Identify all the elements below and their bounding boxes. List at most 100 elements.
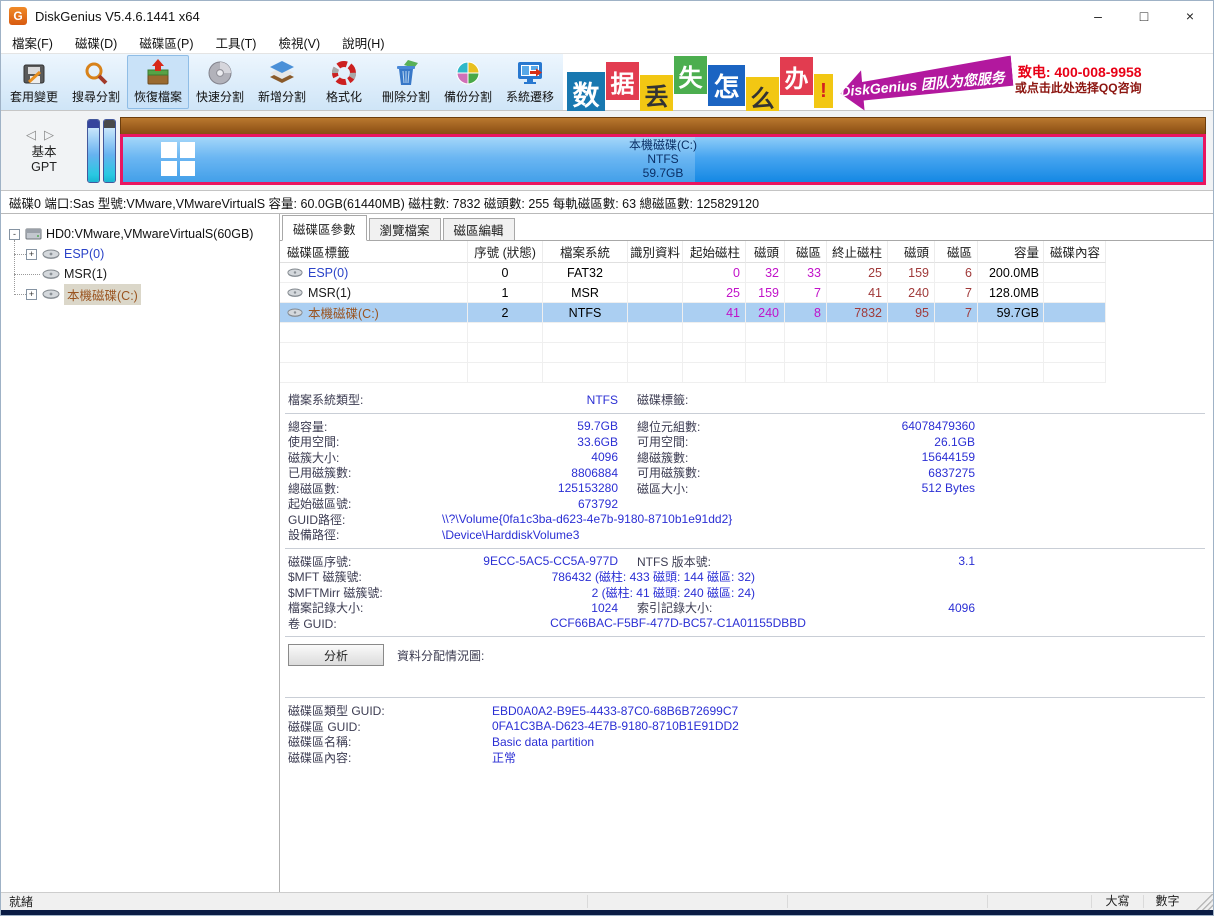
detail-label: 磁簇大小: bbox=[280, 449, 438, 466]
table-row-esp[interactable]: ESP(0) 0 FAT32 0 32 33 25 159 6 200.0MB bbox=[280, 263, 1213, 283]
window-controls: – □ × bbox=[1075, 1, 1213, 31]
banner-tile: ! bbox=[814, 74, 833, 108]
banner-tiles: 数 据 丢 失 怎 么 办 ! bbox=[567, 56, 834, 115]
caps-lock-indicator: 大寫 bbox=[1091, 895, 1143, 908]
delete-partition-button[interactable]: 刪除分割 bbox=[375, 55, 437, 109]
prev-disk-arrow[interactable]: ◁ bbox=[26, 127, 44, 142]
cell-start-cyl: 0 bbox=[683, 263, 746, 283]
tab-browse-files[interactable]: 瀏覽檔案 bbox=[369, 218, 441, 240]
partition-icon bbox=[287, 288, 303, 298]
detail-value: 9ECC-5AC5-CC5A-977D bbox=[438, 554, 618, 568]
detail-value: 59.7GB bbox=[438, 419, 618, 433]
new-partition-button[interactable]: 新增分割 bbox=[251, 55, 313, 109]
toolbar-button-label: 新增分割 bbox=[258, 88, 306, 105]
toolbar-button-label: 備份分割 bbox=[444, 88, 492, 105]
cell-end-cyl: 25 bbox=[827, 263, 888, 283]
menu-partition[interactable]: 磁碟區(P) bbox=[128, 31, 204, 53]
disk-info-line: 磁碟0 端口:Sas 型號:VMware,VMwareVirtualS 容量: … bbox=[1, 191, 1213, 214]
banner-qq-link[interactable]: 或点击此处选择QQ咨询 bbox=[1015, 80, 1142, 96]
detail-value: 26.1GB bbox=[759, 435, 975, 449]
toolbar-button-label: 快速分割 bbox=[196, 88, 244, 105]
tree-item-esp[interactable]: + ESP(0) bbox=[14, 244, 279, 264]
cell-capacity: 200.0MB bbox=[978, 263, 1044, 283]
detail-label: 卷 GUID: bbox=[280, 615, 438, 632]
menu-file[interactable]: 檔案(F) bbox=[1, 31, 64, 53]
col-header: 識別資料 bbox=[628, 241, 683, 263]
cell-filesystem: NTFS bbox=[543, 303, 628, 323]
pie-icon bbox=[453, 59, 483, 87]
status-bar: 就緒 大寫 數字 bbox=[1, 892, 1213, 910]
detail-value: 8806884 bbox=[438, 466, 618, 480]
menu-tools[interactable]: 工具(T) bbox=[205, 31, 268, 53]
cell-start-head: 32 bbox=[746, 263, 785, 283]
menu-view[interactable]: 檢視(V) bbox=[267, 31, 331, 53]
detail-label: 磁碟區名稱: bbox=[280, 733, 492, 750]
close-button[interactable]: × bbox=[1167, 1, 1213, 31]
detail-label: 磁碟區 GUID: bbox=[280, 718, 492, 735]
divider bbox=[285, 697, 1205, 698]
divider bbox=[285, 413, 1205, 414]
detail-value: CCF66BAC-F5BF-477D-BC57-C1A01155DBBD bbox=[438, 616, 918, 630]
detail-value: 4096 bbox=[759, 601, 975, 615]
window-bottom-edge bbox=[1, 910, 1213, 915]
num-lock-indicator: 數字 bbox=[1143, 895, 1191, 908]
analyze-button[interactable]: 分析 bbox=[288, 644, 384, 666]
detail-label: 可用磁簇數: bbox=[637, 464, 759, 481]
maximize-button[interactable]: □ bbox=[1121, 1, 1167, 31]
table-row-local-disk-c[interactable]: 本機磁碟(C:) 2 NTFS 41 240 8 7832 95 7 59.7G… bbox=[280, 303, 1213, 323]
tree-item-label: HD0:VMware,VMwareVirtualS(60GB) bbox=[46, 227, 253, 241]
tree-item-hd0[interactable]: - HD0:VMware,VMwareVirtualS(60GB) bbox=[1, 224, 279, 244]
minimize-button[interactable]: – bbox=[1075, 1, 1121, 31]
resize-grip[interactable] bbox=[1191, 894, 1213, 910]
partition-label: 本機磁碟(C:) bbox=[308, 303, 379, 322]
c-partition-bar[interactable]: 本機磁碟(C:) NTFS 59.7GB bbox=[120, 134, 1206, 185]
msr-bar-cap bbox=[104, 120, 115, 128]
cell-content bbox=[1044, 263, 1106, 283]
quick-partition-button[interactable]: 快速分割 bbox=[189, 55, 251, 109]
expand-icon[interactable]: + bbox=[26, 289, 37, 300]
banner-tile-char: 数 bbox=[573, 74, 600, 113]
partition-icon bbox=[287, 308, 303, 318]
search-partition-button[interactable]: 搜尋分割 bbox=[65, 55, 127, 109]
toolbar-button-label: 格式化 bbox=[326, 88, 362, 105]
menu-help[interactable]: 說明(H) bbox=[331, 31, 395, 53]
system-migration-button[interactable]: 系統遷移 bbox=[499, 55, 561, 109]
msr-partition-bar[interactable] bbox=[103, 119, 116, 183]
col-header: 磁區 bbox=[935, 241, 978, 263]
backup-partition-button[interactable]: 備份分割 bbox=[437, 55, 499, 109]
next-disk-arrow[interactable]: ▷ bbox=[44, 127, 62, 142]
menu-disk[interactable]: 磁碟(D) bbox=[64, 31, 128, 53]
banner-contact[interactable]: 致电: 400-008-9958 或点击此处选择QQ咨询 bbox=[1015, 64, 1142, 96]
tree-item-label: ESP(0) bbox=[64, 247, 104, 261]
detail-value: 2 (磁柱: 41 磁頭: 240 磁區: 24) bbox=[438, 584, 755, 601]
layers-icon bbox=[267, 59, 297, 87]
tree-item-local-disk-c[interactable]: + 本機磁碟(C:) bbox=[14, 284, 279, 304]
table-row-msr[interactable]: MSR(1) 1 MSR 25 159 7 41 240 7 128.0MB bbox=[280, 283, 1213, 303]
esp-bar-cap bbox=[88, 120, 99, 128]
disk-rectangle: 本機磁碟(C:) NTFS 59.7GB bbox=[120, 117, 1206, 185]
expand-icon[interactable]: + bbox=[26, 249, 37, 260]
recover-files-button[interactable]: 恢復檔案 bbox=[127, 55, 189, 109]
c-partition-text: 本機磁碟(C:) NTFS 59.7GB bbox=[123, 137, 1203, 182]
format-button[interactable]: 格式化 bbox=[313, 55, 375, 109]
detail-label: GUID路徑: bbox=[280, 511, 438, 528]
tree-item-msr[interactable]: MSR(1) bbox=[14, 264, 279, 284]
collapse-icon[interactable]: - bbox=[9, 229, 20, 240]
table-row-empty bbox=[280, 323, 1213, 343]
esp-partition-bar[interactable] bbox=[87, 119, 100, 183]
disk-nav: ◁▷ 基本 GPT bbox=[1, 127, 87, 175]
tab-sector-edit[interactable]: 磁區編輯 bbox=[443, 218, 515, 240]
disk-header-band bbox=[120, 117, 1206, 134]
detail-label: 可用空間: bbox=[637, 433, 759, 450]
detail-label: 索引記錄大小: bbox=[637, 599, 759, 616]
tree-children: + ESP(0) MSR(1) + bbox=[14, 244, 279, 304]
detail-label: NTFS 版本號: bbox=[637, 553, 759, 570]
cell-start-sec: 8 bbox=[785, 303, 827, 323]
cell-start-cyl: 25 bbox=[683, 283, 746, 303]
detail-value: 15644159 bbox=[759, 450, 975, 464]
detail-value: 0FA1C3BA-D623-4E7B-9180-8710B1E91DD2 bbox=[492, 719, 739, 733]
promo-banner[interactable]: 数 据 丢 失 怎 么 办 ! DiskGenius 团队为您服务 致电: 40… bbox=[563, 54, 1065, 110]
toolbar-button-label: 套用變更 bbox=[10, 88, 58, 105]
tab-partition-parameters[interactable]: 磁碟區參數 bbox=[282, 215, 367, 241]
apply-changes-button[interactable]: 套用變更 bbox=[3, 55, 65, 109]
